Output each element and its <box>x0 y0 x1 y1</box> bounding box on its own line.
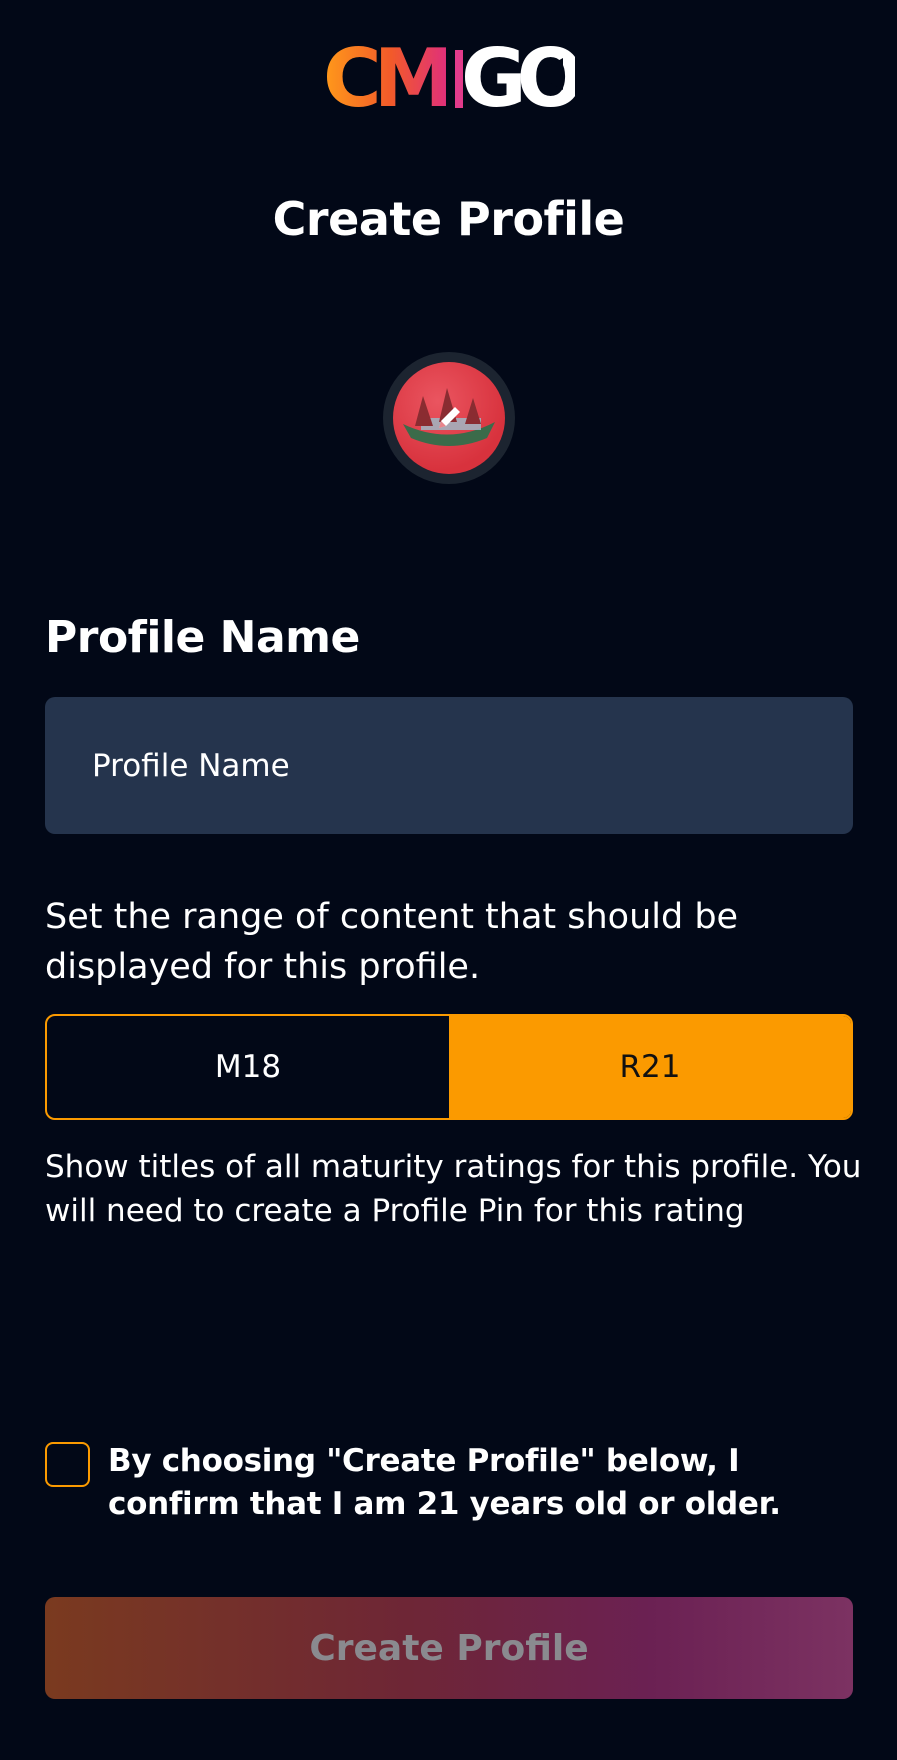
avatar[interactable] <box>393 362 505 474</box>
content-range-description: Set the range of content that should be … <box>45 897 739 987</box>
age-confirm-label: By choosing "Create Profile" below, I co… <box>108 1443 781 1522</box>
svg-text:CM: CM <box>323 40 447 116</box>
age-confirm-checkbox[interactable] <box>45 1442 90 1487</box>
create-profile-button[interactable]: Create Profile <box>45 1597 853 1699</box>
pencil-edit-icon[interactable] <box>431 400 467 436</box>
profile-name-input[interactable] <box>45 697 853 834</box>
maturity-rating-toggle: M18 R21 <box>45 1014 853 1120</box>
profile-name-label: Profile Name <box>45 612 360 663</box>
rating-option-m18[interactable]: M18 <box>47 1016 449 1118</box>
cmgo-logo: CM GO <box>0 40 897 116</box>
rating-help-text: Show titles of all maturity ratings for … <box>45 1149 862 1229</box>
avatar-picker[interactable] <box>383 352 515 484</box>
rating-option-r21[interactable]: R21 <box>449 1016 851 1118</box>
page-title: Create Profile <box>272 192 625 246</box>
